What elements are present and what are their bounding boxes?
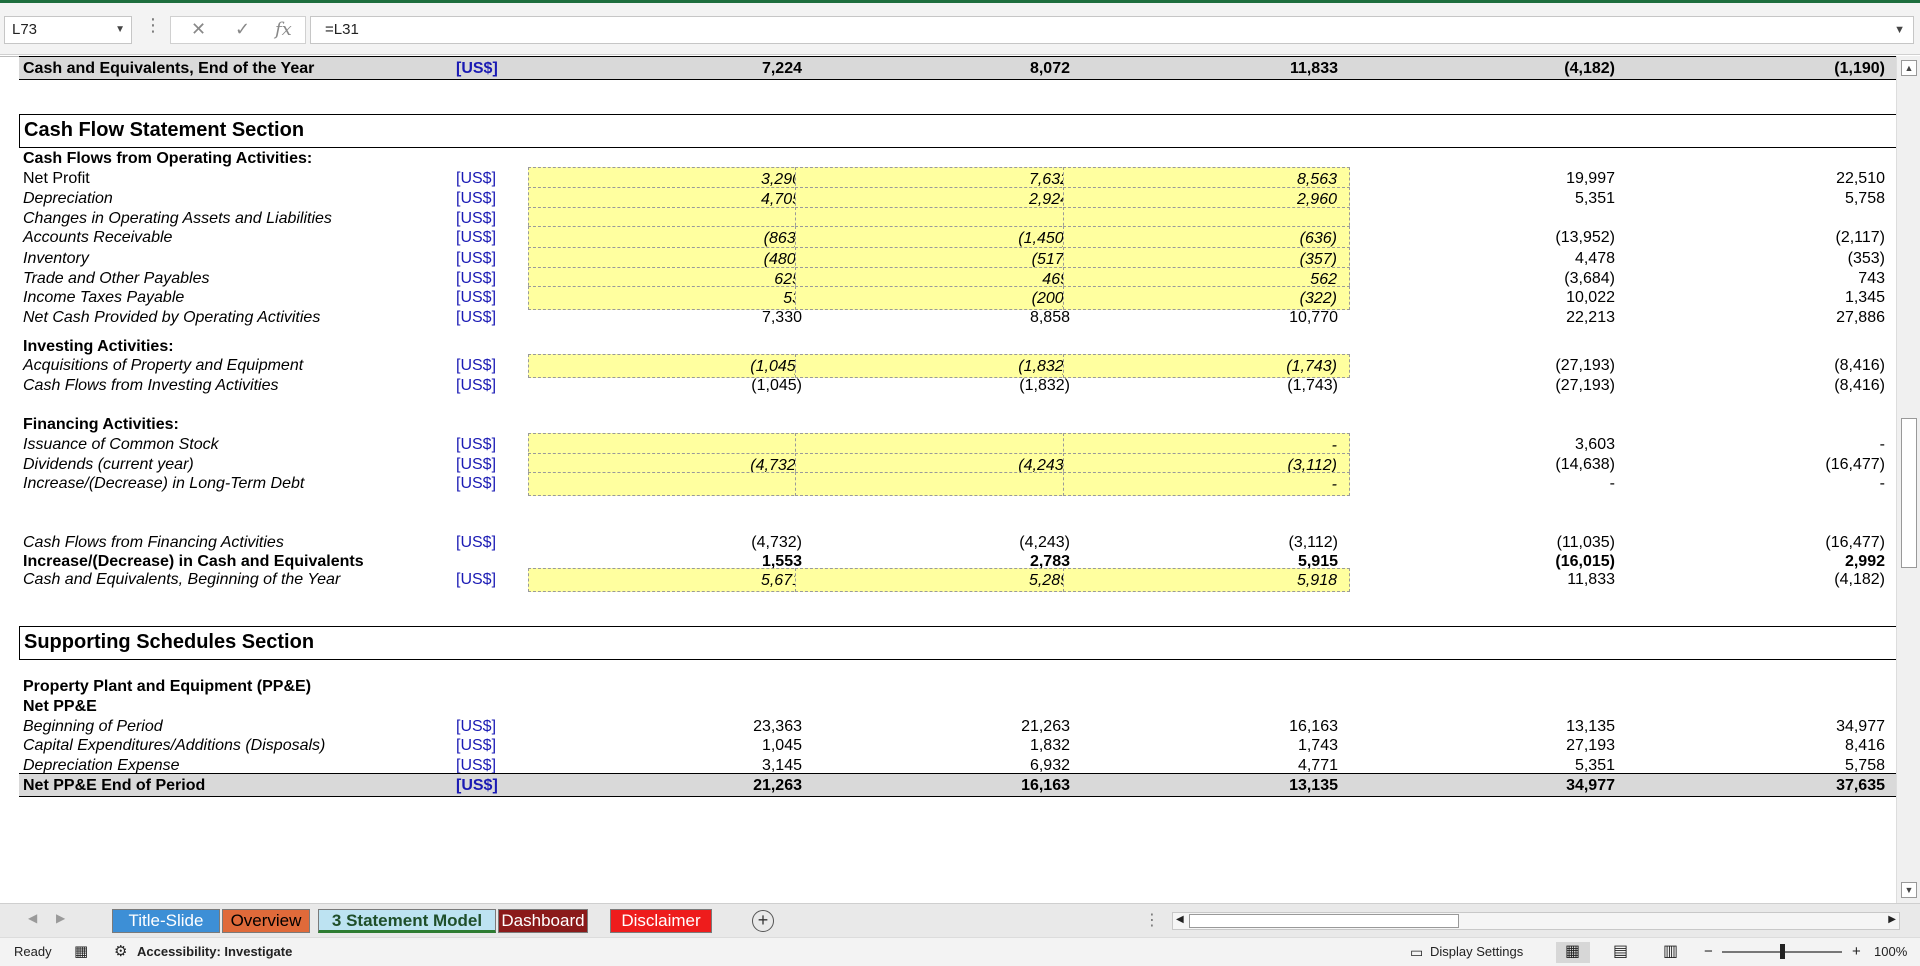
table-row: Net PP&E End of Period [US$] 21,263 16,163 1… — [19, 773, 1896, 797]
sheet-tab[interactable]: Overview — [222, 909, 310, 933]
table-row: Cash and Equivalents, Beginning of the Y… — [19, 568, 1896, 592]
name-box-value: L73 — [12, 21, 38, 38]
insert-function-icon[interactable]: fx — [275, 19, 292, 40]
sheet-tab[interactable]: Dashboard — [498, 909, 588, 933]
value-cell[interactable]: 5,918 — [1063, 568, 1350, 592]
next-sheet-icon[interactable]: ▶ — [56, 911, 65, 925]
zoom-level[interactable]: 100% — [1874, 938, 1907, 966]
excel-window: L73 ▼ ⋮ ✕ ✓ fx =L31 ▼ Cash Flow Statemen… — [0, 0, 1920, 966]
row-label[interactable]: Cash and Equivalents, Beginning of the Y… — [23, 568, 340, 592]
formula-buttons: ✕ ✓ fx — [170, 16, 306, 44]
formula-bar: L73 ▼ ⋮ ✕ ✓ fx =L31 ▼ — [0, 3, 1920, 55]
value-cell[interactable]: - — [795, 472, 1082, 496]
status-ready: Ready — [14, 944, 52, 959]
row-label[interactable]: Cash and Equivalents, End of the Year — [23, 57, 314, 81]
zoom-in-icon[interactable]: + — [1852, 938, 1861, 966]
value-cell[interactable]: 11,833 — [1063, 57, 1350, 81]
supporting-schedules-section-title: Supporting Schedules Section — [19, 626, 1896, 660]
value-cell[interactable]: (1,743) — [1063, 374, 1350, 398]
sheet-tab[interactable]: 3 Statement Model — [318, 909, 496, 933]
tab-split-icon[interactable]: ⋮ — [1144, 910, 1160, 930]
row-label[interactable]: Cash Flows from Investing Activities — [23, 374, 278, 398]
formula-input[interactable]: =L31 ▼ — [310, 16, 1914, 44]
value-cell[interactable]: 13,135 — [1063, 774, 1350, 798]
chevron-down-icon[interactable]: ▼ — [115, 17, 125, 43]
row-label[interactable]: Net Cash Provided by Operating Activitie… — [23, 306, 320, 330]
value-cell[interactable]: 7,330 — [528, 306, 814, 330]
zoom-out-icon[interactable]: − — [1704, 938, 1713, 966]
page-layout-button[interactable]: ▤ — [1604, 942, 1638, 963]
page-layout-icon: ▤ — [1613, 943, 1629, 960]
enter-icon[interactable]: ✓ — [235, 19, 250, 40]
value-cell[interactable]: - — [1063, 472, 1350, 496]
cancel-icon[interactable]: ✕ — [191, 19, 206, 40]
accessibility-icon[interactable]: ⚙ — [114, 938, 127, 966]
sheet-tab-bar: ◀ ▶ Title-Slide Overview 3 Statement Model… — [0, 903, 1920, 937]
expand-formula-icon[interactable]: ▼ — [1894, 17, 1905, 43]
scroll-down-icon[interactable]: ▼ — [1901, 882, 1917, 898]
name-box[interactable]: L73 ▼ — [4, 16, 132, 44]
row-label[interactable]: Increase/(Decrease) in Long-Term Debt — [23, 472, 304, 496]
row-label[interactable]: Net PP&E End of Period — [23, 774, 205, 798]
row-unit[interactable]: [US$] — [456, 306, 496, 330]
vertical-scroll-thumb[interactable] — [1901, 418, 1917, 568]
row-unit[interactable]: [US$] — [456, 472, 496, 496]
row-unit[interactable]: [US$] — [456, 568, 496, 592]
value-cell[interactable]: - — [1349, 472, 1629, 496]
row-unit[interactable]: [US$] — [456, 774, 498, 798]
value-cell[interactable]: - — [528, 472, 814, 496]
sheet-tab[interactable]: Title-Slide — [112, 909, 220, 933]
value-cell[interactable]: 37,635 — [1619, 774, 1896, 798]
value-cell[interactable]: 8,072 — [795, 57, 1082, 81]
normal-view-button[interactable]: ▦ — [1556, 942, 1590, 963]
value-cell[interactable]: (4,182) — [1349, 57, 1629, 81]
macro-record-icon[interactable]: ▦ — [74, 938, 88, 966]
value-cell[interactable]: 10,770 — [1063, 306, 1350, 330]
value-cell[interactable]: (1,832) — [795, 374, 1082, 398]
value-cell[interactable]: 22,213 — [1349, 306, 1629, 330]
prev-sheet-icon[interactable]: ◀ — [28, 911, 37, 925]
zoom-thumb[interactable] — [1780, 944, 1785, 959]
value-cell[interactable]: 5,671 — [528, 568, 814, 592]
value-cell[interactable]: (27,193) — [1349, 374, 1629, 398]
value-cell[interactable]: - — [1619, 472, 1896, 496]
formula-text: =L31 — [325, 21, 359, 38]
table-row: Cash and Equivalents, End of the Year [US… — [19, 56, 1896, 80]
scroll-left-icon[interactable]: ◀ — [1176, 914, 1184, 925]
value-cell[interactable]: 7,224 — [528, 57, 814, 81]
value-cell[interactable]: 21,263 — [528, 774, 814, 798]
sheet-tab[interactable]: Disclaimer — [610, 909, 712, 933]
normal-view-icon: ▦ — [1565, 943, 1581, 960]
row-unit[interactable]: [US$] — [456, 374, 496, 398]
add-sheet-icon[interactable]: + — [752, 910, 774, 932]
value-cell[interactable]: 5,289 — [795, 568, 1082, 592]
value-cell[interactable]: 27,886 — [1619, 306, 1896, 330]
page-break-preview-button[interactable]: ▥ — [1654, 942, 1688, 963]
vertical-scrollbar[interactable]: ▲ ▼ — [1896, 56, 1920, 903]
value-cell[interactable]: (8,416) — [1619, 374, 1896, 398]
value-cell[interactable]: 16,163 — [795, 774, 1082, 798]
value-cell[interactable]: 34,977 — [1349, 774, 1629, 798]
cash-flow-section-title: Cash Flow Statement Section — [19, 114, 1896, 148]
display-settings-icon[interactable]: ▭ — [1410, 938, 1423, 966]
page-break-icon: ▥ — [1663, 943, 1679, 960]
value-cell[interactable]: (1,190) — [1619, 57, 1896, 81]
horizontal-scroll-thumb[interactable] — [1189, 914, 1459, 928]
value-cell[interactable]: 8,858 — [795, 306, 1082, 330]
table-row: Increase/(Decrease) in Long-Term Debt [US… — [19, 472, 1896, 496]
row-unit[interactable]: [US$] — [456, 57, 498, 81]
horizontal-scrollbar[interactable]: ◀ ▶ — [1172, 912, 1900, 930]
value-cell[interactable]: 11,833 — [1349, 568, 1629, 592]
accessibility-status[interactable]: Accessibility: Investigate — [137, 938, 292, 966]
value-cell[interactable]: (1,045) — [528, 374, 814, 398]
scroll-right-icon[interactable]: ▶ — [1888, 914, 1896, 925]
value-cell[interactable]: (4,182) — [1619, 568, 1896, 592]
scroll-up-icon[interactable]: ▲ — [1901, 60, 1917, 76]
status-bar: Ready ▦ ⚙ Accessibility: Investigate ▭ D… — [0, 937, 1920, 966]
table-row: Cash Flows from Investing Activities [US$… — [19, 374, 1896, 398]
more-options-icon[interactable]: ⋮ — [144, 15, 162, 36]
worksheet-grid[interactable]: Cash Flow Statement Section Cash Flows fr… — [0, 56, 1896, 903]
display-settings-button[interactable]: Display Settings — [1430, 938, 1523, 966]
table-row: Net Cash Provided by Operating Activitie… — [19, 306, 1896, 330]
